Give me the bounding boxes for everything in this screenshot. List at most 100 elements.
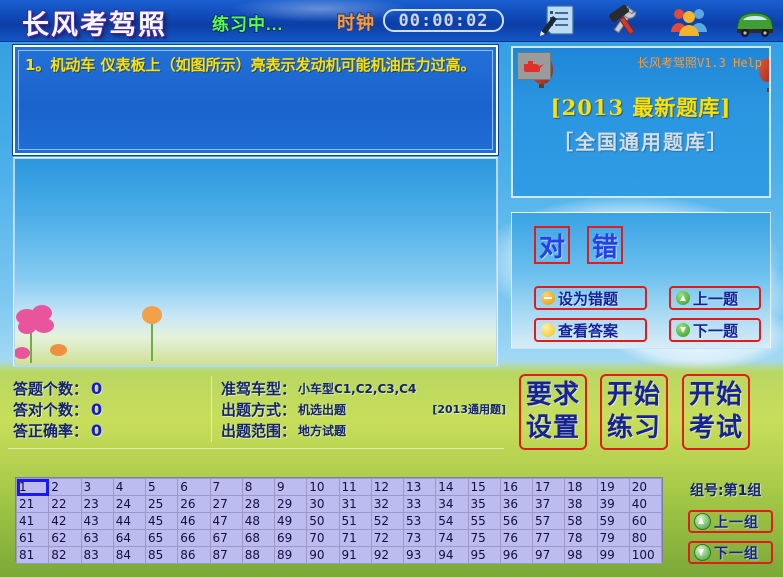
question-number-cell[interactable]: 84	[112, 546, 147, 564]
question-number-cell[interactable]: 49	[273, 512, 308, 530]
answer-true-button[interactable]: 对	[534, 226, 570, 264]
question-number-cell[interactable]: 61	[15, 529, 50, 547]
question-number-cell[interactable]: 65	[144, 529, 179, 547]
question-number-cell[interactable]: 8	[241, 478, 276, 496]
question-number-cell[interactable]: 89	[273, 546, 308, 564]
question-number-cell[interactable]: 32	[370, 495, 405, 513]
question-number-cell[interactable]: 94	[435, 546, 469, 564]
question-number-cell[interactable]: 42	[48, 512, 82, 530]
question-number-cell[interactable]: 44	[112, 512, 147, 530]
question-number-cell[interactable]: 83	[80, 546, 114, 564]
question-number-cell[interactable]: 45	[144, 512, 179, 530]
next-question-button[interactable]: 下一题	[669, 318, 761, 342]
question-number-cell[interactable]: 73	[402, 529, 437, 547]
question-number-cell[interactable]: 4	[112, 478, 147, 496]
question-number-cell[interactable]: 7	[209, 478, 243, 496]
question-number-cell[interactable]: 18	[564, 478, 598, 496]
question-number-cell[interactable]: 99	[596, 546, 630, 564]
question-number-cell[interactable]: 40	[628, 495, 663, 513]
question-number-cell[interactable]: 90	[306, 546, 340, 564]
question-number-cell[interactable]: 92	[370, 546, 405, 564]
question-number-cell[interactable]: 41	[15, 512, 50, 530]
question-number-cell[interactable]: 77	[531, 529, 566, 547]
question-number-cell[interactable]: 55	[467, 512, 501, 530]
question-number-cell[interactable]: 71	[338, 529, 372, 547]
question-number-cell[interactable]: 1	[15, 478, 50, 496]
question-number-cell[interactable]: 95	[467, 546, 501, 564]
question-number-cell[interactable]: 87	[209, 546, 243, 564]
question-number-cell[interactable]: 23	[80, 495, 114, 513]
question-number-cell[interactable]: 19	[596, 478, 630, 496]
mark-wrong-button[interactable]: 设为错题	[534, 286, 647, 310]
question-number-cell[interactable]: 37	[531, 495, 566, 513]
question-number-cell[interactable]: 39	[596, 495, 630, 513]
question-number-cell[interactable]: 70	[306, 529, 340, 547]
answer-false-button[interactable]: 错	[587, 226, 623, 264]
question-number-cell[interactable]: 74	[435, 529, 469, 547]
question-number-cell[interactable]: 36	[499, 495, 534, 513]
question-number-cell[interactable]: 11	[338, 478, 372, 496]
question-number-cell[interactable]: 26	[177, 495, 211, 513]
question-number-cell[interactable]: 54	[435, 512, 469, 530]
question-number-cell[interactable]: 46	[177, 512, 211, 530]
question-number-cell[interactable]: 30	[306, 495, 340, 513]
question-number-cell[interactable]: 35	[467, 495, 501, 513]
question-number-cell[interactable]: 9	[273, 478, 308, 496]
show-answer-button[interactable]: 查看答案	[534, 318, 647, 342]
question-number-cell[interactable]: 69	[273, 529, 308, 547]
setting-row-scope[interactable]: 出题范围： 地方试题	[221, 420, 506, 441]
question-number-cell[interactable]: 51	[338, 512, 372, 530]
next-group-button[interactable]: 下一组	[688, 541, 773, 564]
question-number-cell[interactable]: 52	[370, 512, 405, 530]
question-number-cell[interactable]: 14	[435, 478, 469, 496]
question-number-cell[interactable]: 29	[273, 495, 308, 513]
question-number-cell[interactable]: 100	[628, 546, 663, 564]
question-number-cell[interactable]: 56	[499, 512, 534, 530]
question-number-cell[interactable]: 60	[628, 512, 663, 530]
question-number-cell[interactable]: 98	[564, 546, 598, 564]
setting-row-vehicle[interactable]: 准驾车型： 小车型C1,C2,C3,C4	[221, 378, 506, 399]
question-number-cell[interactable]: 2	[48, 478, 82, 496]
question-number-cell[interactable]: 58	[564, 512, 598, 530]
question-number-cell[interactable]: 24	[112, 495, 147, 513]
car-icon[interactable]	[733, 2, 777, 40]
prev-question-button[interactable]: 上一题	[669, 286, 761, 310]
question-number-cell[interactable]: 10	[306, 478, 340, 496]
question-number-cell[interactable]: 79	[596, 529, 630, 547]
question-number-cell[interactable]: 6	[177, 478, 211, 496]
question-number-cell[interactable]: 17	[531, 478, 566, 496]
requirement-settings-button[interactable]: 要求 设置	[519, 374, 587, 450]
question-number-cell[interactable]: 80	[628, 529, 663, 547]
question-number-cell[interactable]: 86	[177, 546, 211, 564]
prev-group-button[interactable]: 上一组	[688, 510, 773, 533]
question-number-cell[interactable]: 27	[209, 495, 243, 513]
question-number-cell[interactable]: 96	[499, 546, 534, 564]
question-number-cell[interactable]: 43	[80, 512, 114, 530]
question-number-cell[interactable]: 3	[80, 478, 114, 496]
start-practice-button[interactable]: 开始 练习	[600, 374, 668, 450]
tools-icon[interactable]	[601, 2, 645, 40]
question-number-cell[interactable]: 38	[564, 495, 598, 513]
question-number-cell[interactable]: 48	[241, 512, 276, 530]
setting-row-mode[interactable]: 出题方式： 机选出题 [2013通用题]	[221, 399, 506, 420]
question-number-cell[interactable]: 21	[15, 495, 50, 513]
question-number-cell[interactable]: 76	[499, 529, 534, 547]
question-number-cell[interactable]: 97	[531, 546, 566, 564]
question-number-cell[interactable]: 63	[80, 529, 114, 547]
question-number-cell[interactable]: 68	[241, 529, 276, 547]
question-number-cell[interactable]: 5	[144, 478, 179, 496]
question-number-cell[interactable]: 81	[15, 546, 50, 564]
question-number-cell[interactable]: 59	[596, 512, 630, 530]
start-exam-button[interactable]: 开始 考试	[682, 374, 750, 450]
users-icon[interactable]	[667, 2, 711, 40]
question-number-cell[interactable]: 16	[499, 478, 534, 496]
question-number-cell[interactable]: 82	[48, 546, 82, 564]
question-number-cell[interactable]: 31	[338, 495, 372, 513]
question-number-cell[interactable]: 93	[402, 546, 437, 564]
question-number-cell[interactable]: 57	[531, 512, 566, 530]
question-number-cell[interactable]: 91	[338, 546, 372, 564]
question-number-grid[interactable]: 1 2 3 4 5 6 7 8 9 10 11 12 13 14 15 16 17 18 19 20 21 22 23 24 2…	[15, 477, 663, 564]
question-number-cell[interactable]: 85	[144, 546, 179, 564]
question-number-cell[interactable]: 12	[370, 478, 405, 496]
question-number-cell[interactable]: 33	[402, 495, 437, 513]
